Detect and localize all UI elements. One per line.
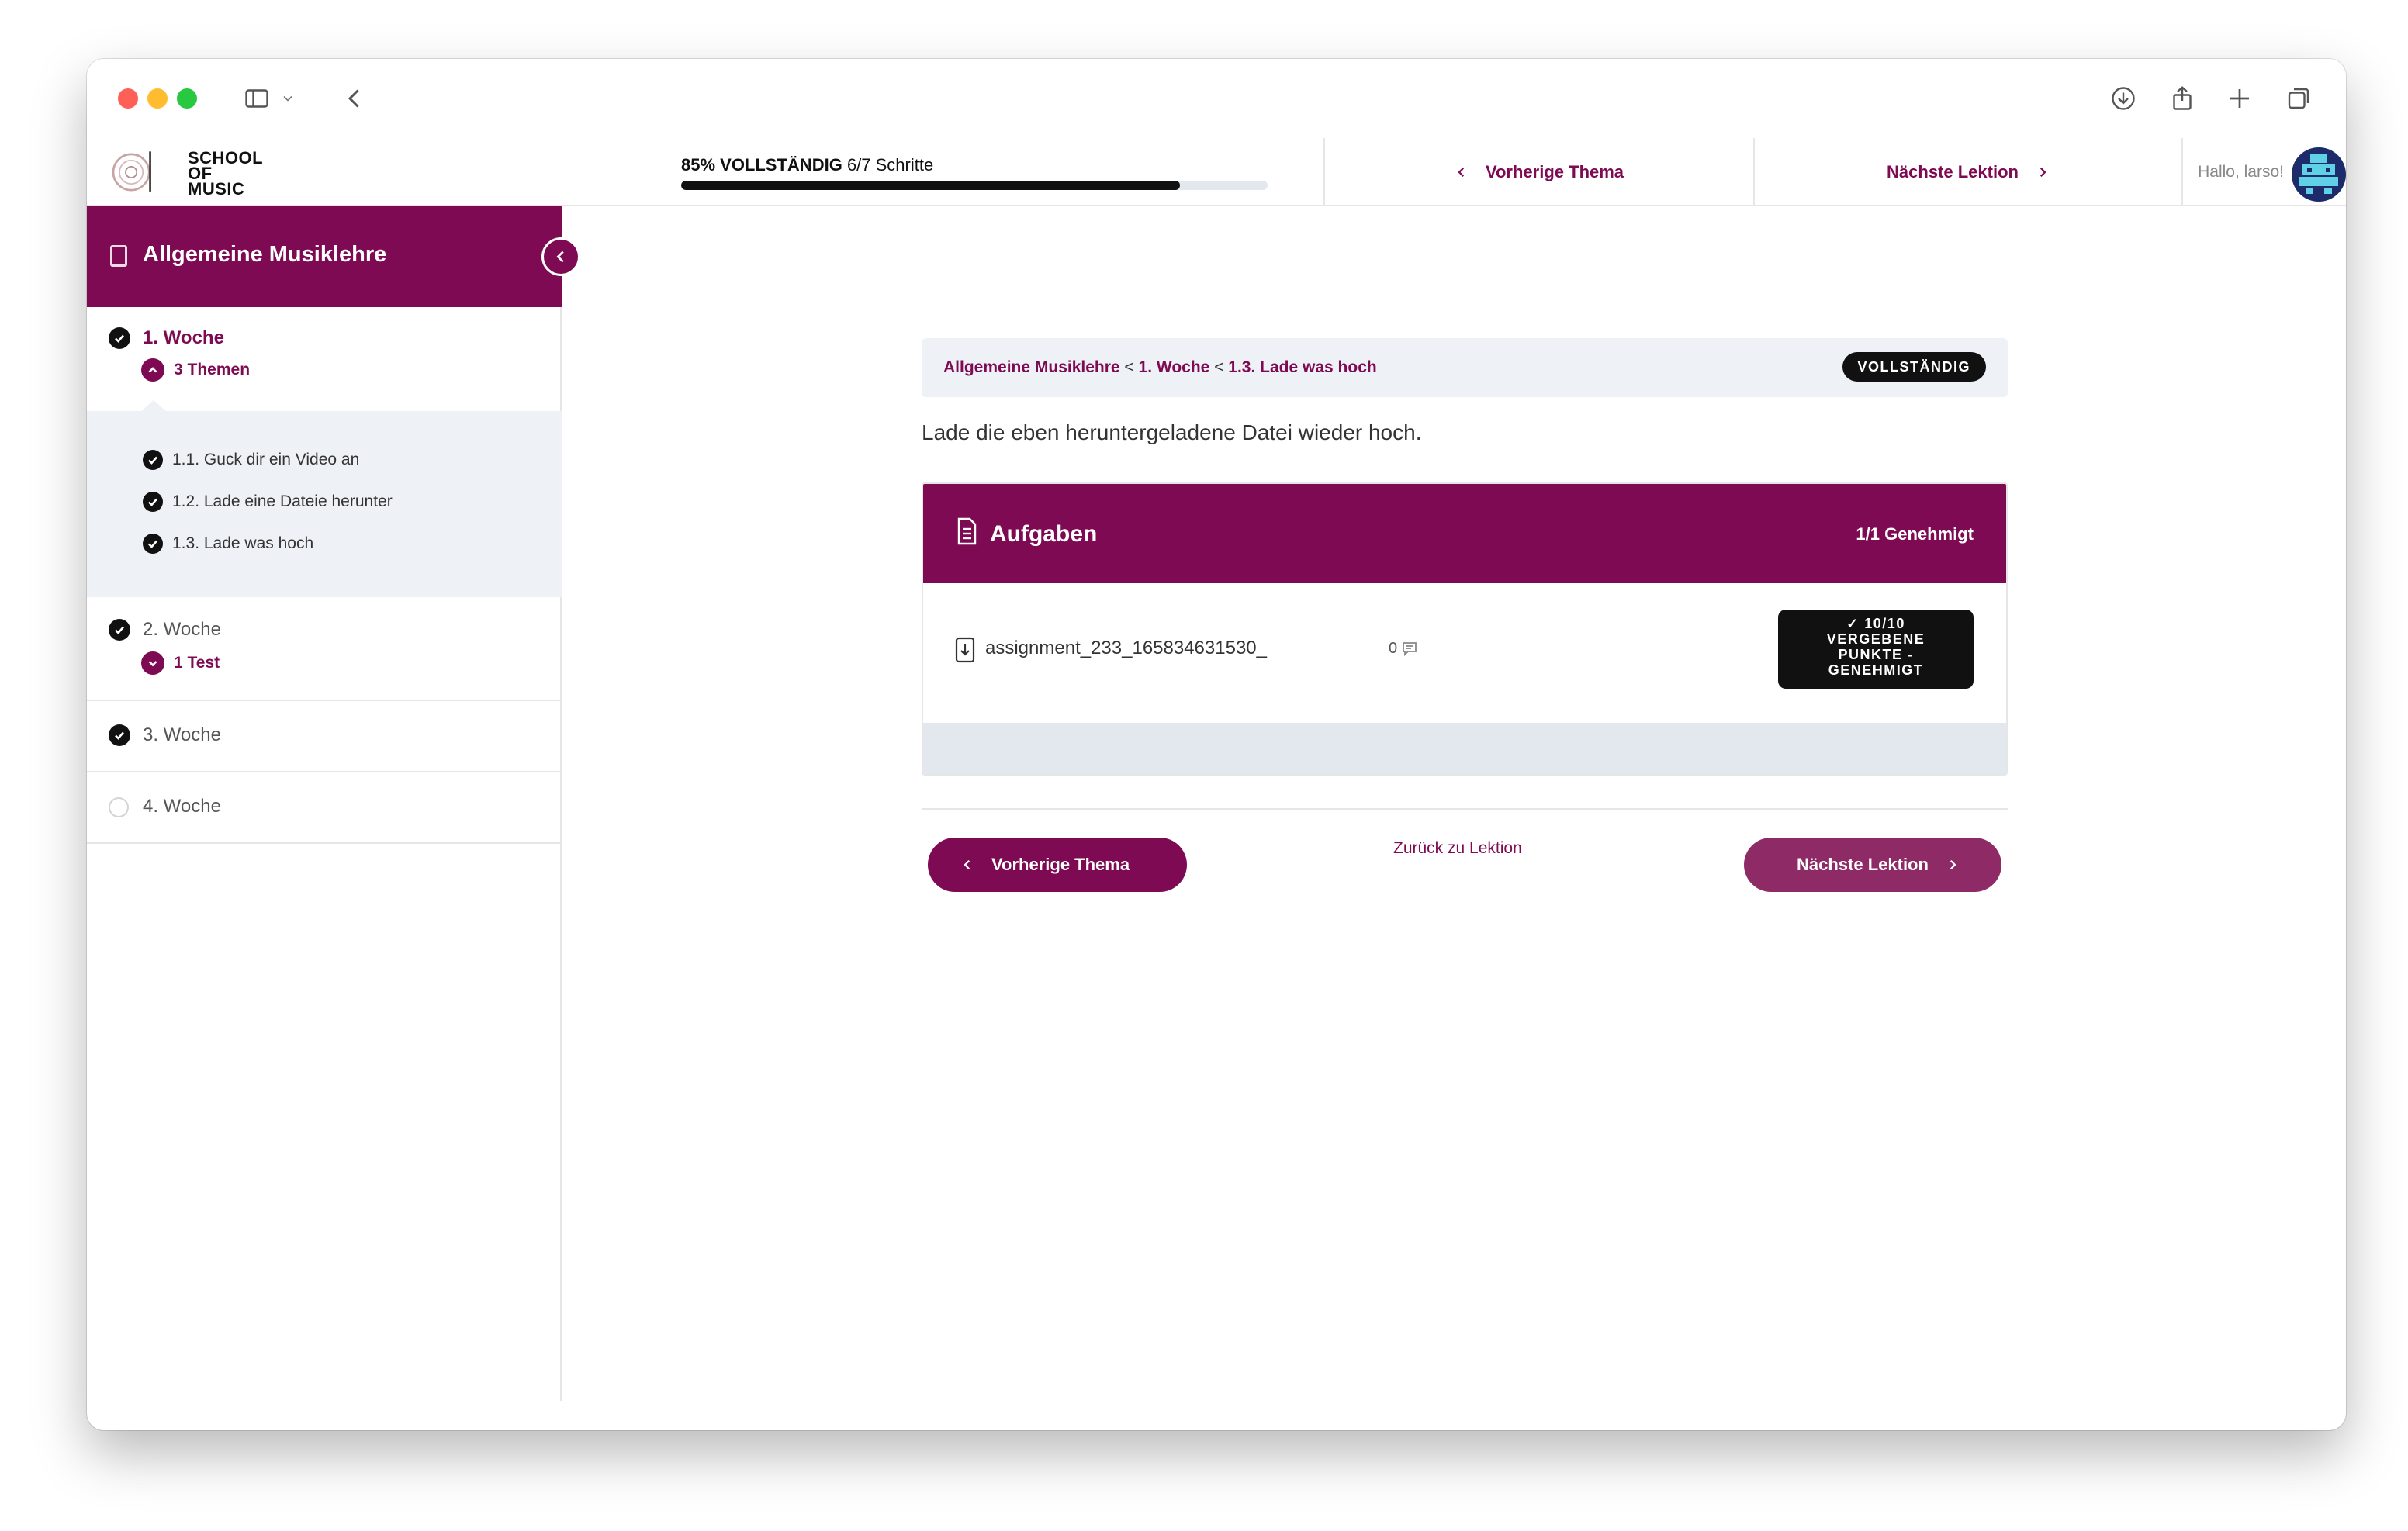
assignments-title: Aufgaben [990,521,1098,547]
comments-counter[interactable]: 0 [1389,639,1419,658]
course-title: Allgemeine Musiklehre [143,242,387,267]
chevron-right-icon [2040,167,2046,178]
back-arrow-icon[interactable] [335,79,374,118]
book-icon [110,245,127,267]
progress-bar [681,181,1268,190]
course-title-bar: Allgemeine Musiklehre [87,206,562,307]
next-lesson-button[interactable]: Nächste Lektion [1744,838,2001,892]
breadcrumb-separator: < [1124,358,1134,376]
logo-text: SCHOOL OF MUSIC [188,148,264,199]
week-label: 3. Woche [143,724,221,745]
topic-label: 1.1. Guck dir ein Video an [172,451,360,468]
minimize-window-button[interactable] [147,88,168,109]
prev-topic-label: Vorherige Thema [991,855,1130,874]
chevron-down-icon[interactable] [276,79,299,118]
assignment-file-link[interactable]: assignment_233_165834631530_ [985,638,1267,659]
browser-window: SCHOOL OF MUSIC 85% VOLLSTÄNDIG 6/7 Schr… [87,59,2346,1430]
new-tab-icon[interactable] [2220,79,2259,118]
sidebar-week-2[interactable]: 2. Woche 1 Test [87,597,562,701]
incomplete-circle-icon [109,797,129,817]
week-label: 1. Woche [143,327,224,348]
progress-label: 85% VOLLSTÄNDIG 6/7 Schritte [681,155,934,175]
status-badge: VOLLSTÄNDIG [1842,352,1986,382]
collapse-sidebar-button[interactable] [541,237,580,276]
complete-check-icon [143,450,163,470]
topic-item[interactable]: 1.2. Lade eine Dateie herunter [143,492,393,512]
app-header: SCHOOL OF MUSIC 85% VOLLSTÄNDIG 6/7 Schr… [87,138,2346,206]
comment-count: 0 [1389,639,1398,657]
comment-icon [1403,642,1417,657]
complete-check-icon [109,619,130,641]
chevron-left-icon [964,859,970,870]
breadcrumb-week[interactable]: 1. Woche [1139,358,1210,376]
assignments-header: Aufgaben 1/1 Genehmigt [923,484,2006,583]
back-to-lesson-link[interactable]: Zurück zu Lektion [1393,839,1522,858]
document-icon [957,517,977,545]
test-toggle-label: 1 Test [174,654,220,672]
topic-item[interactable]: 1.1. Guck dir ein Video an [143,450,359,470]
prev-topic-button[interactable]: Vorherige Thema [928,838,1187,892]
share-icon[interactable] [2163,79,2202,118]
complete-check-icon [143,492,163,512]
sidebar-week-1[interactable]: 1. Woche 3 Themen 1.1. Guck dir ein Vide… [87,307,562,597]
sidebar-toggle-icon[interactable] [237,79,276,118]
topic-description: Lade die eben heruntergeladene Datei wie… [922,420,1422,444]
zoom-window-button[interactable] [177,88,197,109]
tab-overview-icon[interactable] [2279,79,2318,118]
complete-check-icon [143,534,163,554]
chevron-left-icon [556,251,564,263]
complete-check-icon [109,327,130,349]
header-next-lesson-label: Nächste Lektion [1887,162,2019,181]
chevron-up-icon [141,358,164,382]
assignment-row: assignment_233_165834631530_ 0 ✓ 10/10 V… [923,583,2006,723]
breadcrumb-separator: < [1214,358,1224,376]
header-prev-topic-link[interactable]: Vorherige Thema [1325,138,1755,206]
topics-toggle[interactable]: 3 Themen [141,358,250,382]
week-label: 4. Woche [143,796,221,817]
breadcrumb: Allgemeine Musiklehre < 1. Woche < 1.3. … [922,338,2008,397]
sidebar-week-3[interactable]: 3. Woche [87,701,562,772]
assignments-footer [923,723,2006,774]
next-lesson-label: Nächste Lektion [1797,855,1929,874]
assignments-panel: Aufgaben 1/1 Genehmigt assignment_233_16… [922,482,2008,776]
close-window-button[interactable] [118,88,138,109]
user-greeting: Hallo, larso! [2198,163,2284,181]
course-progress: 85% VOLLSTÄNDIG 6/7 Schritte [596,138,1325,206]
sidebar-week-4[interactable]: 4. Woche [87,772,562,844]
chevron-down-icon [141,651,164,675]
browser-titlebar [87,59,2346,138]
topic-label: 1.3. Lade was hoch [172,534,314,552]
points-approved-badge: ✓ 10/10 VERGEBENE PUNKTE - GENEHMIGT [1778,610,1974,689]
topics-toggle-label: 3 Themen [174,361,251,378]
week-label: 2. Woche [143,619,221,640]
check-icon: ✓ [1846,616,1860,631]
header-prev-topic-label: Vorherige Thema [1485,162,1624,181]
vinyl-logo-icon [112,151,151,192]
topic-label: 1.2. Lade eine Dateie herunter [172,492,393,510]
topic-item-current[interactable]: 1.3. Lade was hoch [143,534,313,554]
school-logo[interactable]: SCHOOL OF MUSIC [107,144,263,200]
test-toggle[interactable]: 1 Test [141,651,220,675]
user-avatar[interactable] [2292,147,2346,202]
course-sidebar: Allgemeine Musiklehre 1. Woche 3 Themen … [87,206,580,1401]
progress-bar-fill [681,181,1180,190]
topic-list: 1.1. Guck dir ein Video an 1.2. Lade ein… [87,400,562,597]
complete-check-icon [109,724,130,746]
download-icon[interactable] [2104,79,2143,118]
header-next-lesson-link[interactable]: Nächste Lektion [1755,138,2183,206]
chevron-right-icon [1950,859,1956,870]
breadcrumb-course[interactable]: Allgemeine Musiklehre [943,358,1120,376]
divider [922,808,2008,810]
chevron-left-icon [1458,167,1464,178]
assignments-approved-count: 1/1 Genehmigt [1856,524,1974,544]
file-download-icon[interactable] [954,636,976,664]
breadcrumb-topic[interactable]: 1.3. Lade was hoch [1228,358,1376,376]
